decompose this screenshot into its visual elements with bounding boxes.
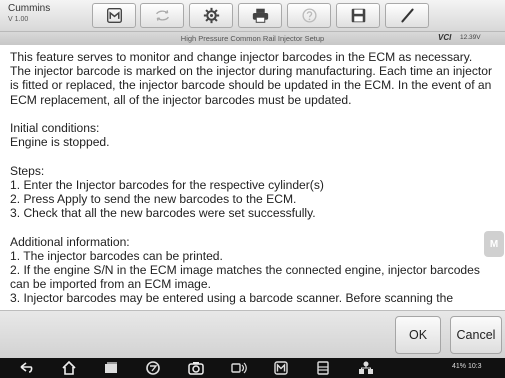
battery-voltage: 12.39V [460,34,481,41]
nav-back-button[interactable] [18,360,34,376]
settings-button[interactable] [189,3,233,28]
home-icon [106,8,122,23]
brand-name: Cummins [8,3,51,14]
home-button[interactable] [92,3,136,28]
intro-paragraph: This feature serves to monitor and chang… [10,50,492,107]
save-button[interactable] [336,3,380,28]
camera-icon [188,362,204,375]
status-bar: High Pressure Common Rail Injector Setup… [0,32,505,45]
network-icon [359,361,373,374]
pen-button[interactable] [385,3,429,28]
conditions-text: Engine is stopped. [10,135,110,150]
nav-home-button[interactable] [61,360,77,376]
content-panel[interactable]: This feature serves to monitor and chang… [0,45,505,310]
app-version: V 1.00 [8,16,29,23]
additional-item: 1. The injector barcodes can be printed. [10,248,223,263]
recent-apps-icon [105,362,117,373]
save-icon [351,8,365,23]
help-icon [301,8,317,23]
vehicle-swap-icon [155,10,169,21]
nav-vci-button[interactable] [231,360,247,376]
floating-side-handle[interactable]: M [484,231,504,257]
top-toolbar: Cummins V 1.00 [0,0,505,32]
nav-apps-button[interactable] [315,360,331,376]
steps-title: Steps: [10,163,45,178]
additional-item: 2. If the engine S/N in the ECM image ma… [10,263,480,292]
vci-label: VCI [438,33,452,42]
browser-icon [146,361,160,375]
system-status-text: 41% 10:3 [452,363,482,370]
description-text: This feature serves to monitor and chang… [10,50,496,306]
vci-icon [231,362,247,374]
help-button[interactable] [287,3,331,28]
nav-camera-button[interactable] [188,360,204,376]
vehicle-swap-button[interactable] [140,3,184,28]
nav-recent-button[interactable] [103,360,119,376]
apps-icon [317,361,329,375]
step-item: 3. Check that all the new barcodes were … [10,206,316,221]
settings-icon [203,7,219,24]
android-nav-bar: 41% 10:3 [0,358,505,378]
back-icon [20,362,33,373]
brand-block: Cummins V 1.00 [8,3,50,25]
vci-indicator: VCI [438,33,451,42]
step-item: 1. Enter the Injector barcodes for the r… [10,177,324,192]
nav-maxisys-button[interactable] [273,360,289,376]
maxisys-icon [274,361,288,375]
step-item: 2. Press Apply to send the new barcodes … [10,192,297,206]
footer-bar: OK Cancel [0,310,505,358]
additional-item: 3. Injector barcodes may be entered usin… [10,291,454,306]
nav-network-button[interactable] [358,360,374,376]
pen-icon [400,8,414,23]
home-icon [62,360,76,375]
page-title: High Pressure Common Rail Injector Setup [180,34,325,43]
ok-button[interactable]: OK [395,316,441,354]
nav-browser-button[interactable] [145,360,161,376]
cancel-button[interactable]: Cancel [450,316,502,354]
print-icon [252,8,268,23]
additional-title: Additional information: [10,234,130,249]
print-button[interactable] [238,3,282,28]
conditions-title: Initial conditions: [10,121,100,135]
